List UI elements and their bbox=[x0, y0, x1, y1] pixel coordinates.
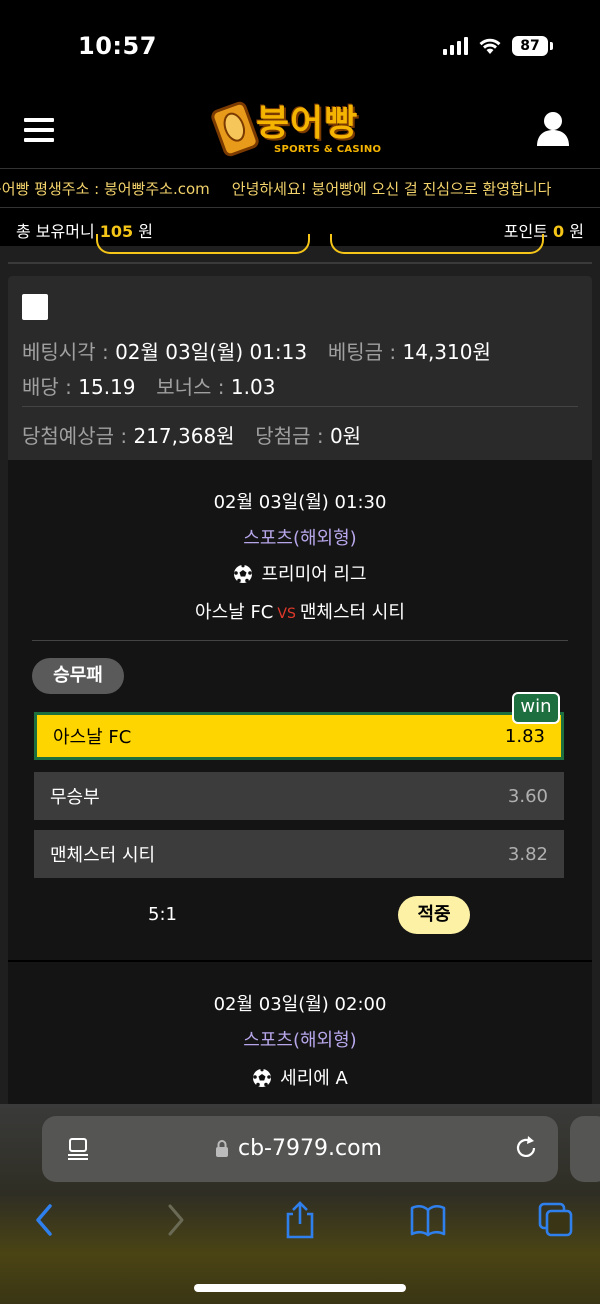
menu-icon[interactable] bbox=[24, 118, 54, 142]
point-value: 0 bbox=[553, 222, 565, 241]
home-team: 아스날 FC bbox=[195, 602, 274, 623]
status-icons: 87 bbox=[443, 36, 553, 56]
reload-icon[interactable] bbox=[512, 1134, 540, 1162]
odds-label: 배당 : bbox=[22, 375, 72, 399]
share-icon[interactable] bbox=[282, 1200, 318, 1240]
logo-subtitle: SPORTS & CASINO bbox=[274, 144, 382, 155]
odds-value: 15.19 bbox=[78, 375, 136, 399]
away-team: 맨체스터 시티 bbox=[299, 602, 405, 623]
won-label: 당첨금 : bbox=[255, 424, 324, 448]
notice-marquee: 붕어빵 평생주소 : 붕어빵주소.com 안녕하세요! 붕어빵에 오신 걸 진심… bbox=[0, 168, 600, 208]
odds-option[interactable]: 맨체스터 시티 3.82 bbox=[34, 830, 564, 878]
match-league: 프리미어 리그 bbox=[8, 560, 592, 586]
payout-row: 당첨예상금 : 217,368원 당첨금 : 0원 bbox=[22, 420, 361, 449]
odds-option-selected[interactable]: 아스날 FC 1.83 bbox=[34, 712, 564, 760]
lock-icon bbox=[216, 1140, 228, 1157]
win-badge: win bbox=[512, 692, 560, 724]
divider bbox=[32, 640, 568, 641]
address-bar[interactable]: cb-7979.com bbox=[42, 1116, 558, 1182]
bet-amount-label: 베팅금 : bbox=[327, 340, 397, 364]
odds-row: 배당 : 15.19 보너스 : 1.03 bbox=[22, 371, 275, 400]
forward-icon[interactable] bbox=[160, 1200, 190, 1240]
logo-text: 붕어빵 bbox=[256, 103, 359, 144]
home-indicator bbox=[194, 1284, 406, 1292]
point-unit: 원 bbox=[569, 222, 584, 241]
match-datetime: 02월 03일(월) 01:30 bbox=[213, 492, 387, 513]
match-category: 스포츠(해외형) bbox=[243, 1030, 357, 1051]
status-time: 10:57 bbox=[78, 32, 157, 60]
user-icon[interactable] bbox=[536, 110, 570, 146]
bonus-label: 보너스 : bbox=[156, 375, 225, 399]
option-odds: 3.82 bbox=[507, 843, 548, 865]
marquee-item: 안녕하세요! 붕어빵에 오신 걸 진심으로 환영합니다 bbox=[231, 180, 552, 198]
logo[interactable]: 붕어빵 SPORTS & CASINO bbox=[210, 96, 395, 160]
bet-summary: 베팅시각 : 02월 03일(월) 01:13 베팅금 : 14,310원 배당… bbox=[8, 276, 592, 460]
match-separator bbox=[8, 960, 592, 962]
expected-value: 217,368원 bbox=[133, 424, 235, 448]
bet-amount-value: 14,310원 bbox=[402, 340, 491, 364]
money-label: 총 보유머니 bbox=[16, 222, 95, 241]
match-category: 스포츠(해외형) bbox=[243, 528, 357, 549]
back-icon[interactable] bbox=[30, 1200, 60, 1240]
match-league: 세리에 A bbox=[8, 1064, 592, 1090]
divider bbox=[22, 406, 578, 407]
bet-time-value: 02월 03일(월) 01:13 bbox=[115, 340, 308, 364]
match-datetime: 02월 03일(월) 02:00 bbox=[213, 994, 387, 1015]
expected-label: 당첨예상금 : bbox=[22, 424, 128, 448]
marquee-item: 붕어빵 평생주소 : 붕어빵주소.com bbox=[0, 180, 210, 198]
bet-card: 베팅시각 : 02월 03일(월) 01:13 베팅금 : 14,310원 배당… bbox=[8, 276, 592, 1106]
result-badge: 적중 bbox=[398, 896, 470, 934]
bet-time-label: 베팅시각 : bbox=[22, 340, 109, 364]
option-name: 아스날 FC bbox=[53, 727, 132, 748]
bookmarks-icon[interactable] bbox=[408, 1200, 448, 1240]
match-teams: 아스날 FC VS 맨체스터 시티 bbox=[8, 598, 592, 624]
option-name: 맨체스터 시티 bbox=[50, 845, 156, 866]
bet-time-row: 베팅시각 : 02월 03일(월) 01:13 베팅금 : 14,310원 bbox=[22, 336, 491, 365]
option-name: 무승부 bbox=[50, 787, 100, 808]
battery-indicator: 87 bbox=[512, 36, 553, 56]
tabs-icon[interactable] bbox=[536, 1200, 576, 1240]
bonus-value: 1.03 bbox=[230, 375, 276, 399]
market-tag: 승무패 bbox=[32, 658, 124, 694]
divider bbox=[8, 262, 592, 264]
vs-label: VS bbox=[277, 606, 296, 622]
league-name: 프리미어 리그 bbox=[261, 564, 367, 585]
filter-button-partial[interactable] bbox=[330, 234, 544, 254]
option-odds: 1.83 bbox=[504, 725, 545, 747]
select-checkbox[interactable] bbox=[22, 294, 48, 320]
signal-icon bbox=[443, 37, 468, 55]
page-menu-icon[interactable] bbox=[66, 1136, 92, 1162]
odds-option[interactable]: 무승부 3.60 bbox=[34, 772, 564, 820]
soccer-ball-icon bbox=[253, 1068, 272, 1087]
option-odds: 3.60 bbox=[507, 785, 548, 807]
match-score: 5:1 bbox=[148, 904, 177, 925]
next-tab-preview[interactable] bbox=[570, 1116, 600, 1182]
browser-toolbar: cb-7979.com bbox=[0, 1104, 600, 1304]
filter-button-partial[interactable] bbox=[96, 234, 310, 254]
url-text: cb-7979.com bbox=[238, 1136, 382, 1161]
won-value: 0원 bbox=[329, 424, 362, 448]
league-name: 세리에 A bbox=[280, 1068, 348, 1089]
wifi-icon bbox=[479, 38, 501, 54]
soccer-ball-icon bbox=[234, 564, 253, 583]
